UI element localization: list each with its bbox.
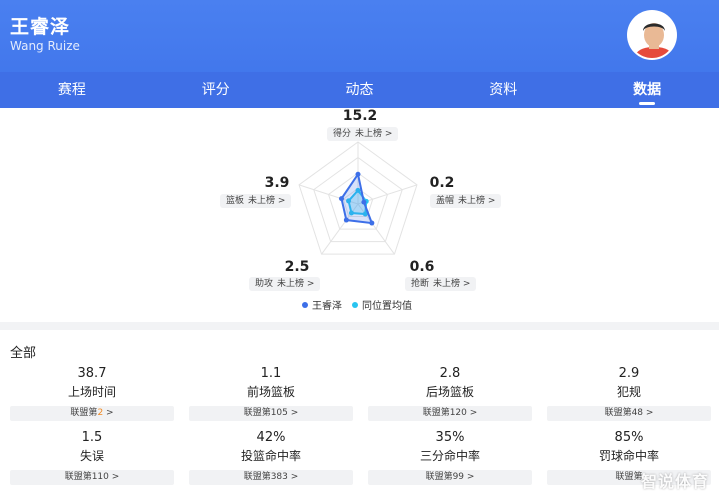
- rank-number: 99: [452, 472, 465, 482]
- tab-profile[interactable]: 资料: [431, 72, 575, 108]
- radar-legend: 王睿泽 同位置均值: [302, 297, 422, 312]
- stat-cell-minutes: 38.7 上场时间 联盟第2 >: [10, 366, 174, 421]
- legend-average-label: 同位置均值: [362, 301, 412, 312]
- stat-value: 1.5: [81, 430, 103, 445]
- radar-value-assists: 2.5: [284, 259, 310, 275]
- tab-schedule[interactable]: 赛程: [0, 72, 144, 108]
- stat-name: 三分命中率: [419, 449, 480, 463]
- rank-number: 383: [270, 472, 288, 482]
- stat-name: 后场篮板: [425, 385, 474, 399]
- stat-cell-3pt-pct: 35% 三分命中率 联盟第99 >: [368, 430, 532, 485]
- stat-cell-fouls: 2.9 犯规 联盟第48 >: [547, 366, 711, 421]
- stat-name: 失误: [79, 449, 104, 463]
- radar-rank-text-rebounds: 未上榜 >: [248, 196, 286, 206]
- radar-rank-points[interactable]: 得分 未上榜 >: [327, 127, 399, 141]
- radar-value-points: 15.2: [342, 108, 378, 124]
- rank-prefix: 联盟第: [64, 472, 92, 482]
- radar-value-steals: 0.6: [409, 259, 435, 275]
- radar-rank-rebounds[interactable]: 篮板 未上榜 >: [220, 194, 292, 208]
- radar-label-blocks: 盖帽: [436, 196, 455, 206]
- stat-name: 犯规: [616, 385, 641, 399]
- radar-player-point-2: [369, 220, 375, 226]
- stat-rank-chip[interactable]: 联盟第120 >: [368, 406, 532, 421]
- rank-prefix: 联盟第: [604, 408, 632, 418]
- stat-name: 投篮命中率: [240, 449, 301, 463]
- legend-average: 同位置均值: [352, 297, 412, 312]
- rank-prefix: 联盟第: [243, 408, 271, 418]
- stat-cell-defensive-rebounds: 2.8 后场篮板 联盟第120 >: [368, 366, 532, 421]
- rank-number: 48: [631, 408, 644, 418]
- stat-name: 前场篮板: [246, 385, 295, 399]
- stat-value: 1.1: [260, 366, 282, 381]
- stat-rank-chip[interactable]: 联盟第2 >: [10, 406, 174, 421]
- stat-cell-offensive-rebounds: 1.1 前场篮板 联盟第105 >: [189, 366, 353, 421]
- stat-value: 85%: [614, 430, 644, 445]
- rank-prefix: 联盟第: [70, 408, 98, 418]
- radar-value-blocks: 0.2: [429, 175, 455, 191]
- legend-average-dot-icon: [352, 301, 358, 308]
- stat-cell-turnovers: 1.5 失误 联盟第110 >: [10, 430, 174, 485]
- stat-value: 2.9: [618, 366, 640, 381]
- radar-label-rebounds: 篮板: [226, 196, 245, 206]
- rank-number: 105: [270, 408, 288, 418]
- radar-player-point-1: [361, 199, 367, 205]
- radar-rank-blocks[interactable]: 盖帽 未上榜 >: [430, 194, 502, 208]
- rank-chevron: >: [287, 472, 299, 482]
- rank-chevron: >: [464, 472, 475, 482]
- rank-prefix: 联盟第: [425, 472, 453, 482]
- rank-number: 110: [91, 472, 109, 482]
- radar-rank-text-points: 未上榜 >: [355, 129, 393, 139]
- tab-rating[interactable]: 评分: [144, 72, 288, 108]
- rank-chevron: >: [287, 408, 299, 418]
- radar-rank-steals[interactable]: 抢断 未上榜 >: [405, 277, 477, 291]
- stat-rank-chip[interactable]: 联盟第105 >: [189, 406, 353, 421]
- tab-news[interactable]: 动态: [288, 72, 432, 108]
- radar-player-point-4: [338, 196, 344, 202]
- radar-rank-assists[interactable]: 助攻 未上榜 >: [249, 277, 321, 291]
- player-name: 王睿泽: [10, 16, 71, 38]
- rank-chevron: >: [643, 408, 654, 418]
- radar-label-points: 得分: [333, 129, 352, 139]
- stat-value: 35%: [435, 430, 465, 445]
- player-avatar[interactable]: [627, 10, 677, 60]
- stat-value: 42%: [256, 430, 286, 445]
- legend-player-dot-icon: [302, 301, 308, 308]
- rank-chevron: >: [466, 408, 478, 418]
- radar-value-rebounds: 3.9: [264, 175, 290, 191]
- radar-label-steals: 抢断: [411, 279, 430, 289]
- stat-rank-chip[interactable]: 联盟第383 >: [189, 470, 353, 485]
- radar-player-point-0: [355, 171, 361, 177]
- radar-card: 15.2 得分 未上榜 > 0.2 盖帽 未上榜 > 0.6 抢断 未上榜 > 2.5…: [0, 108, 719, 322]
- player-english-name: Wang Ruize: [10, 39, 80, 53]
- watermark: 智说体育: [640, 472, 709, 491]
- stat-cell-fg-pct: 42% 投篮命中率 联盟第383 >: [189, 430, 353, 485]
- legend-player: 王睿泽: [302, 297, 342, 312]
- radar-player-point-3: [343, 217, 349, 223]
- stat-name: 罚球命中率: [598, 449, 659, 463]
- radar-rank-text-assists: 未上榜 >: [277, 279, 315, 289]
- player-header: 王睿泽 Wang Ruize 赛程 评分 动态 资料 数据: [0, 0, 719, 108]
- radar-label-assists: 助攻: [255, 279, 274, 289]
- stat-rank-chip[interactable]: 联盟第48 >: [547, 406, 711, 421]
- radar-rank-text-steals: 未上榜 >: [433, 279, 471, 289]
- all-stats-card: 全部 38.7 上场时间 联盟第2 > 1.1 前场篮板 联盟第105 > 2.…: [0, 330, 719, 502]
- all-stats-title: 全部: [10, 346, 37, 361]
- stat-value: 2.8: [439, 366, 461, 381]
- tab-bar: 赛程 评分 动态 资料 数据: [0, 72, 719, 108]
- avatar-photo-icon: [629, 12, 675, 58]
- stat-value: 38.7: [77, 366, 107, 381]
- rank-chevron: >: [108, 472, 120, 482]
- tab-data[interactable]: 数据: [575, 72, 719, 108]
- stat-rank-chip[interactable]: 联盟第99 >: [368, 470, 532, 485]
- rank-chevron: >: [103, 408, 114, 418]
- stat-name: 上场时间: [67, 385, 116, 399]
- radar-rank-text-blocks: 未上榜 >: [458, 196, 496, 206]
- rank-number: 120: [449, 408, 467, 418]
- rank-prefix: 联盟第: [422, 408, 450, 418]
- rank-prefix: 联盟第: [243, 472, 271, 482]
- legend-player-label: 王睿泽: [312, 301, 342, 312]
- stat-rank-chip[interactable]: 联盟第110 >: [10, 470, 174, 485]
- rank-prefix: 联盟第: [615, 472, 643, 482]
